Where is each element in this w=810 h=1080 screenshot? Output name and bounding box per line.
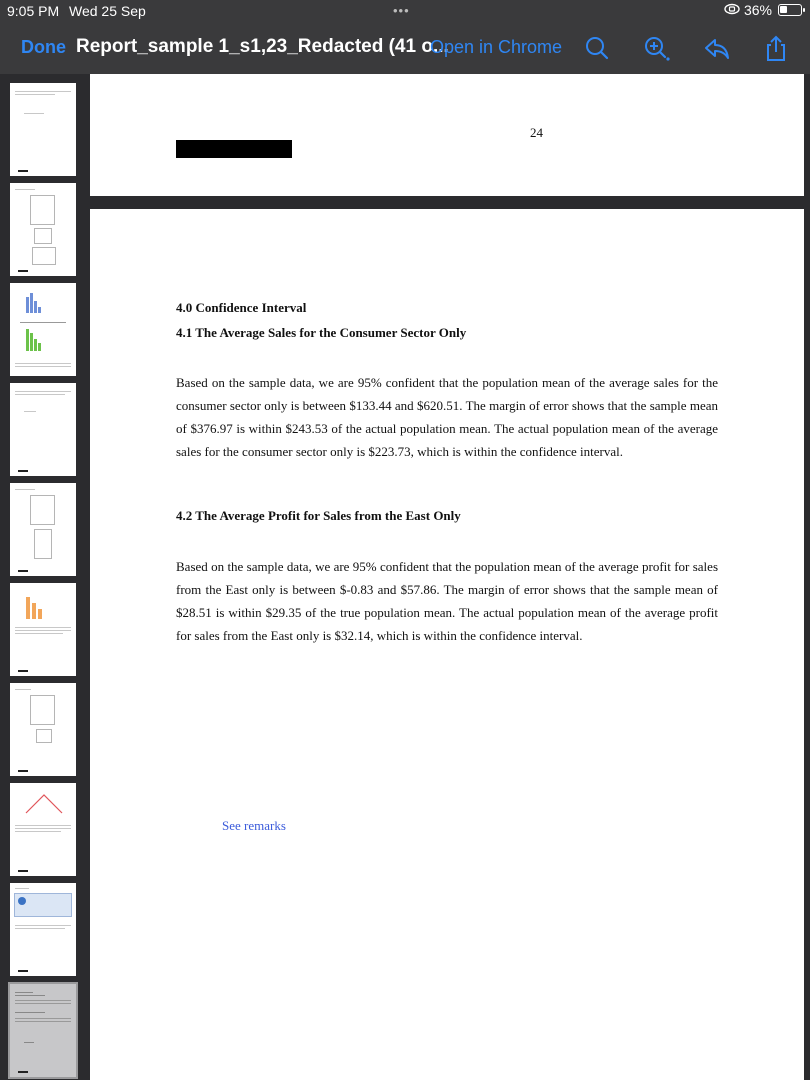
share-icon[interactable]: [762, 34, 790, 62]
battery-icon: [778, 4, 805, 16]
open-in-chrome-button[interactable]: Open in Chrome: [430, 37, 562, 58]
page-thumbnail-sidebar[interactable]: [0, 74, 90, 1080]
page-thumbnail[interactable]: [10, 483, 76, 576]
section-heading: 4.0 Confidence Interval: [176, 300, 307, 315]
status-time: 9:05 PM: [7, 3, 60, 19]
page-thumbnail[interactable]: [10, 83, 76, 176]
page-thumbnail[interactable]: [10, 683, 76, 776]
page-thumbnail[interactable]: [10, 583, 76, 676]
toolbar: Done Report_sample 1_s1,23_Redacted (41 …: [0, 22, 810, 74]
page-thumbnail[interactable]: [10, 183, 76, 276]
orientation-lock-icon: [724, 3, 740, 18]
zoom-in-icon[interactable]: [642, 34, 670, 62]
reply-icon[interactable]: [703, 34, 731, 62]
status-date: Wed 25 Sep: [69, 3, 146, 19]
redaction-bar: [176, 140, 292, 158]
page-thumbnail[interactable]: [10, 783, 76, 876]
document-title: Report_sample 1_s1,23_Redacted (41 o...: [76, 36, 449, 57]
page-thumbnail[interactable]: [10, 883, 76, 976]
paragraph-4-1: Based on the sample data, we are 95% con…: [176, 375, 718, 459]
scroll-edge: [804, 74, 810, 1080]
done-button[interactable]: Done: [21, 37, 66, 58]
battery-percent: 36%: [743, 2, 772, 18]
page-thumbnail-selected[interactable]: [8, 982, 78, 1079]
see-remarks-link[interactable]: See remarks: [222, 818, 286, 834]
current-page: 4.0 Confidence Interval 4.1 The Average …: [90, 209, 804, 1080]
search-icon[interactable]: [583, 34, 611, 62]
page-thumbnail[interactable]: [10, 283, 76, 376]
status-right: 36%: [724, 2, 805, 18]
previous-page: 24: [90, 74, 804, 196]
multitasking-dots[interactable]: •••: [393, 3, 410, 18]
paragraph-4-2: Based on the sample data, we are 95% con…: [176, 559, 718, 643]
subsection-heading-4-1: 4.1 The Average Sales for the Consumer S…: [176, 325, 467, 340]
page-thumbnail[interactable]: [10, 383, 76, 476]
page-separator: [90, 196, 804, 209]
page-number: 24: [530, 125, 543, 140]
status-bar: 9:05 PM Wed 25 Sep ••• 36%: [0, 0, 810, 22]
subsection-heading-4-2: 4.2 The Average Profit for Sales from th…: [176, 508, 461, 523]
